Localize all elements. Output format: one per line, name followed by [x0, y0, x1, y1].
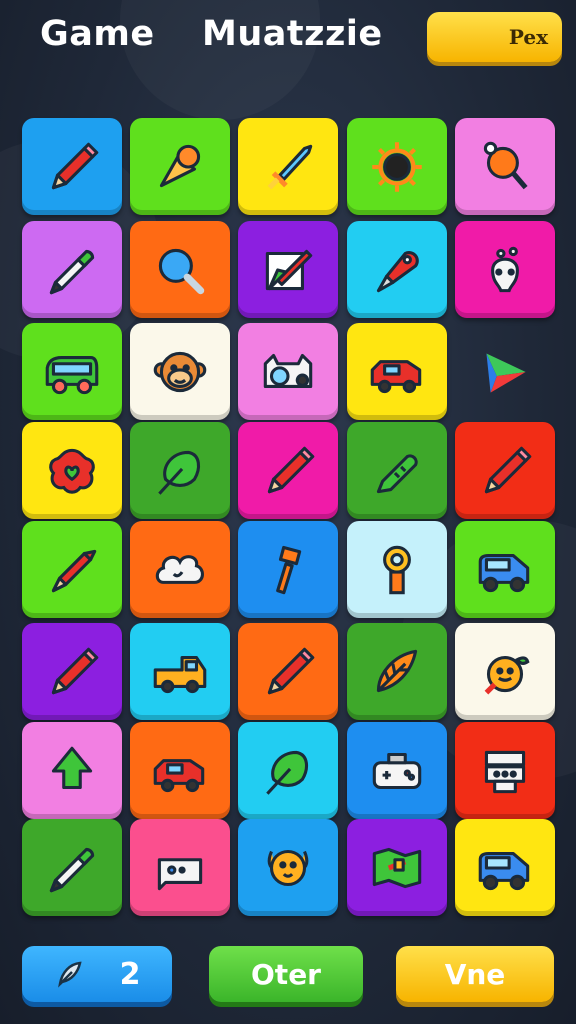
tile-r3-c1[interactable]: [22, 323, 122, 420]
sun-icon: [372, 141, 422, 192]
pencil-icon: [267, 446, 315, 493]
ice-cream-icon: [159, 144, 201, 187]
van-icon: [478, 553, 530, 592]
gamepad-icon: [372, 752, 422, 789]
marker-icon: [49, 249, 95, 294]
robot-icon: [484, 750, 526, 793]
tile-r8-c5[interactable]: [455, 819, 555, 916]
truck-icon: [153, 655, 207, 693]
tile-r1-c5[interactable]: [455, 118, 555, 215]
tile-r3-c3[interactable]: [238, 323, 338, 420]
tile-r5-c1[interactable]: [22, 521, 122, 618]
pencil-icon: [51, 647, 99, 694]
pencil-icon: [51, 142, 99, 189]
tile-r1-c2[interactable]: [130, 118, 230, 215]
tile-r1-c3[interactable]: [238, 118, 338, 215]
tile-r2-c2[interactable]: [130, 221, 230, 318]
puppy-icon: [267, 849, 309, 886]
tile-r8-c2[interactable]: [130, 819, 230, 916]
van-icon: [478, 851, 530, 890]
tile-r3-c4[interactable]: [347, 323, 447, 420]
tile-r7-c5[interactable]: [455, 722, 555, 819]
tile-r1-c1[interactable]: [22, 118, 122, 215]
pencil-icon: [484, 446, 532, 493]
marker-icon: [49, 847, 95, 892]
tile-r2-c1[interactable]: [22, 221, 122, 318]
tile-r4-c1[interactable]: [22, 422, 122, 519]
tile-r5-c4[interactable]: [347, 521, 447, 618]
pause-button[interactable]: Pex: [427, 12, 562, 62]
tile-r2-c4[interactable]: [347, 221, 447, 318]
tile-r7-c4[interactable]: [347, 722, 447, 819]
tile-r5-c5[interactable]: [455, 521, 555, 618]
edit-icon: [265, 249, 313, 290]
title-game: Game: [40, 14, 155, 54]
next-button[interactable]: Vne: [396, 946, 554, 1002]
tile-r2-c5[interactable]: [455, 221, 555, 318]
hint-button[interactable]: 2: [22, 946, 172, 1002]
tile-r4-c5[interactable]: [455, 422, 555, 519]
brush-icon: [376, 250, 419, 292]
tablet-icon: [157, 857, 203, 890]
hint-count: 2: [119, 956, 141, 992]
tile-r6-c3[interactable]: [238, 623, 338, 720]
bus-icon: [45, 355, 99, 394]
leaf-icon: [158, 450, 201, 495]
tree-icon: [51, 746, 93, 789]
tile-r5-c3[interactable]: [238, 521, 338, 618]
tile-r3-c2[interactable]: [130, 323, 230, 420]
sword-icon: [267, 144, 313, 189]
tile-r3-c5[interactable]: [455, 323, 555, 420]
pencil-icon: [267, 647, 315, 694]
plant-icon: [491, 246, 519, 292]
tile-r7-c2[interactable]: [130, 722, 230, 819]
magnifier-icon: [158, 248, 205, 294]
feather-icon: [376, 649, 418, 692]
car-icon: [370, 359, 422, 393]
other-button[interactable]: Oter: [209, 946, 363, 1002]
tile-r8-c3[interactable]: [238, 819, 338, 916]
tile-r7-c3[interactable]: [238, 722, 338, 819]
tile-r5-c2[interactable]: [130, 521, 230, 618]
thermometer-icon: [376, 453, 418, 493]
tile-r6-c5[interactable]: [455, 623, 555, 720]
tile-r4-c4[interactable]: [347, 422, 447, 519]
lollipop-icon: [483, 141, 528, 189]
tile-r6-c2[interactable]: [130, 623, 230, 720]
hammer-icon: [276, 545, 302, 594]
tile-r4-c2[interactable]: [130, 422, 230, 519]
map-icon: [372, 847, 422, 888]
camera-icon: [263, 353, 313, 388]
fruit-icon: [484, 655, 530, 694]
title-name: Muatzzie: [202, 14, 383, 54]
tile-r1-c4[interactable]: [347, 118, 447, 215]
tile-r4-c3[interactable]: [238, 422, 338, 519]
key-icon: [383, 545, 411, 594]
tile-r7-c1[interactable]: [22, 722, 122, 819]
feather-icon: [57, 961, 82, 988]
tile-r6-c4[interactable]: [347, 623, 447, 720]
play-icon: [486, 352, 526, 393]
tile-r8-c1[interactable]: [22, 819, 122, 916]
tile-r6-c1[interactable]: [22, 623, 122, 720]
cloud-icon: [155, 554, 204, 584]
leaf-icon: [266, 750, 309, 795]
header: Game Muatzzie Pex: [0, 0, 576, 80]
car-icon: [153, 758, 205, 792]
flower-icon: [49, 448, 95, 494]
tile-r8-c4[interactable]: [347, 819, 447, 916]
crayon-icon: [51, 549, 97, 592]
tile-r2-c3[interactable]: [238, 221, 338, 318]
monkey-icon: [153, 351, 207, 392]
